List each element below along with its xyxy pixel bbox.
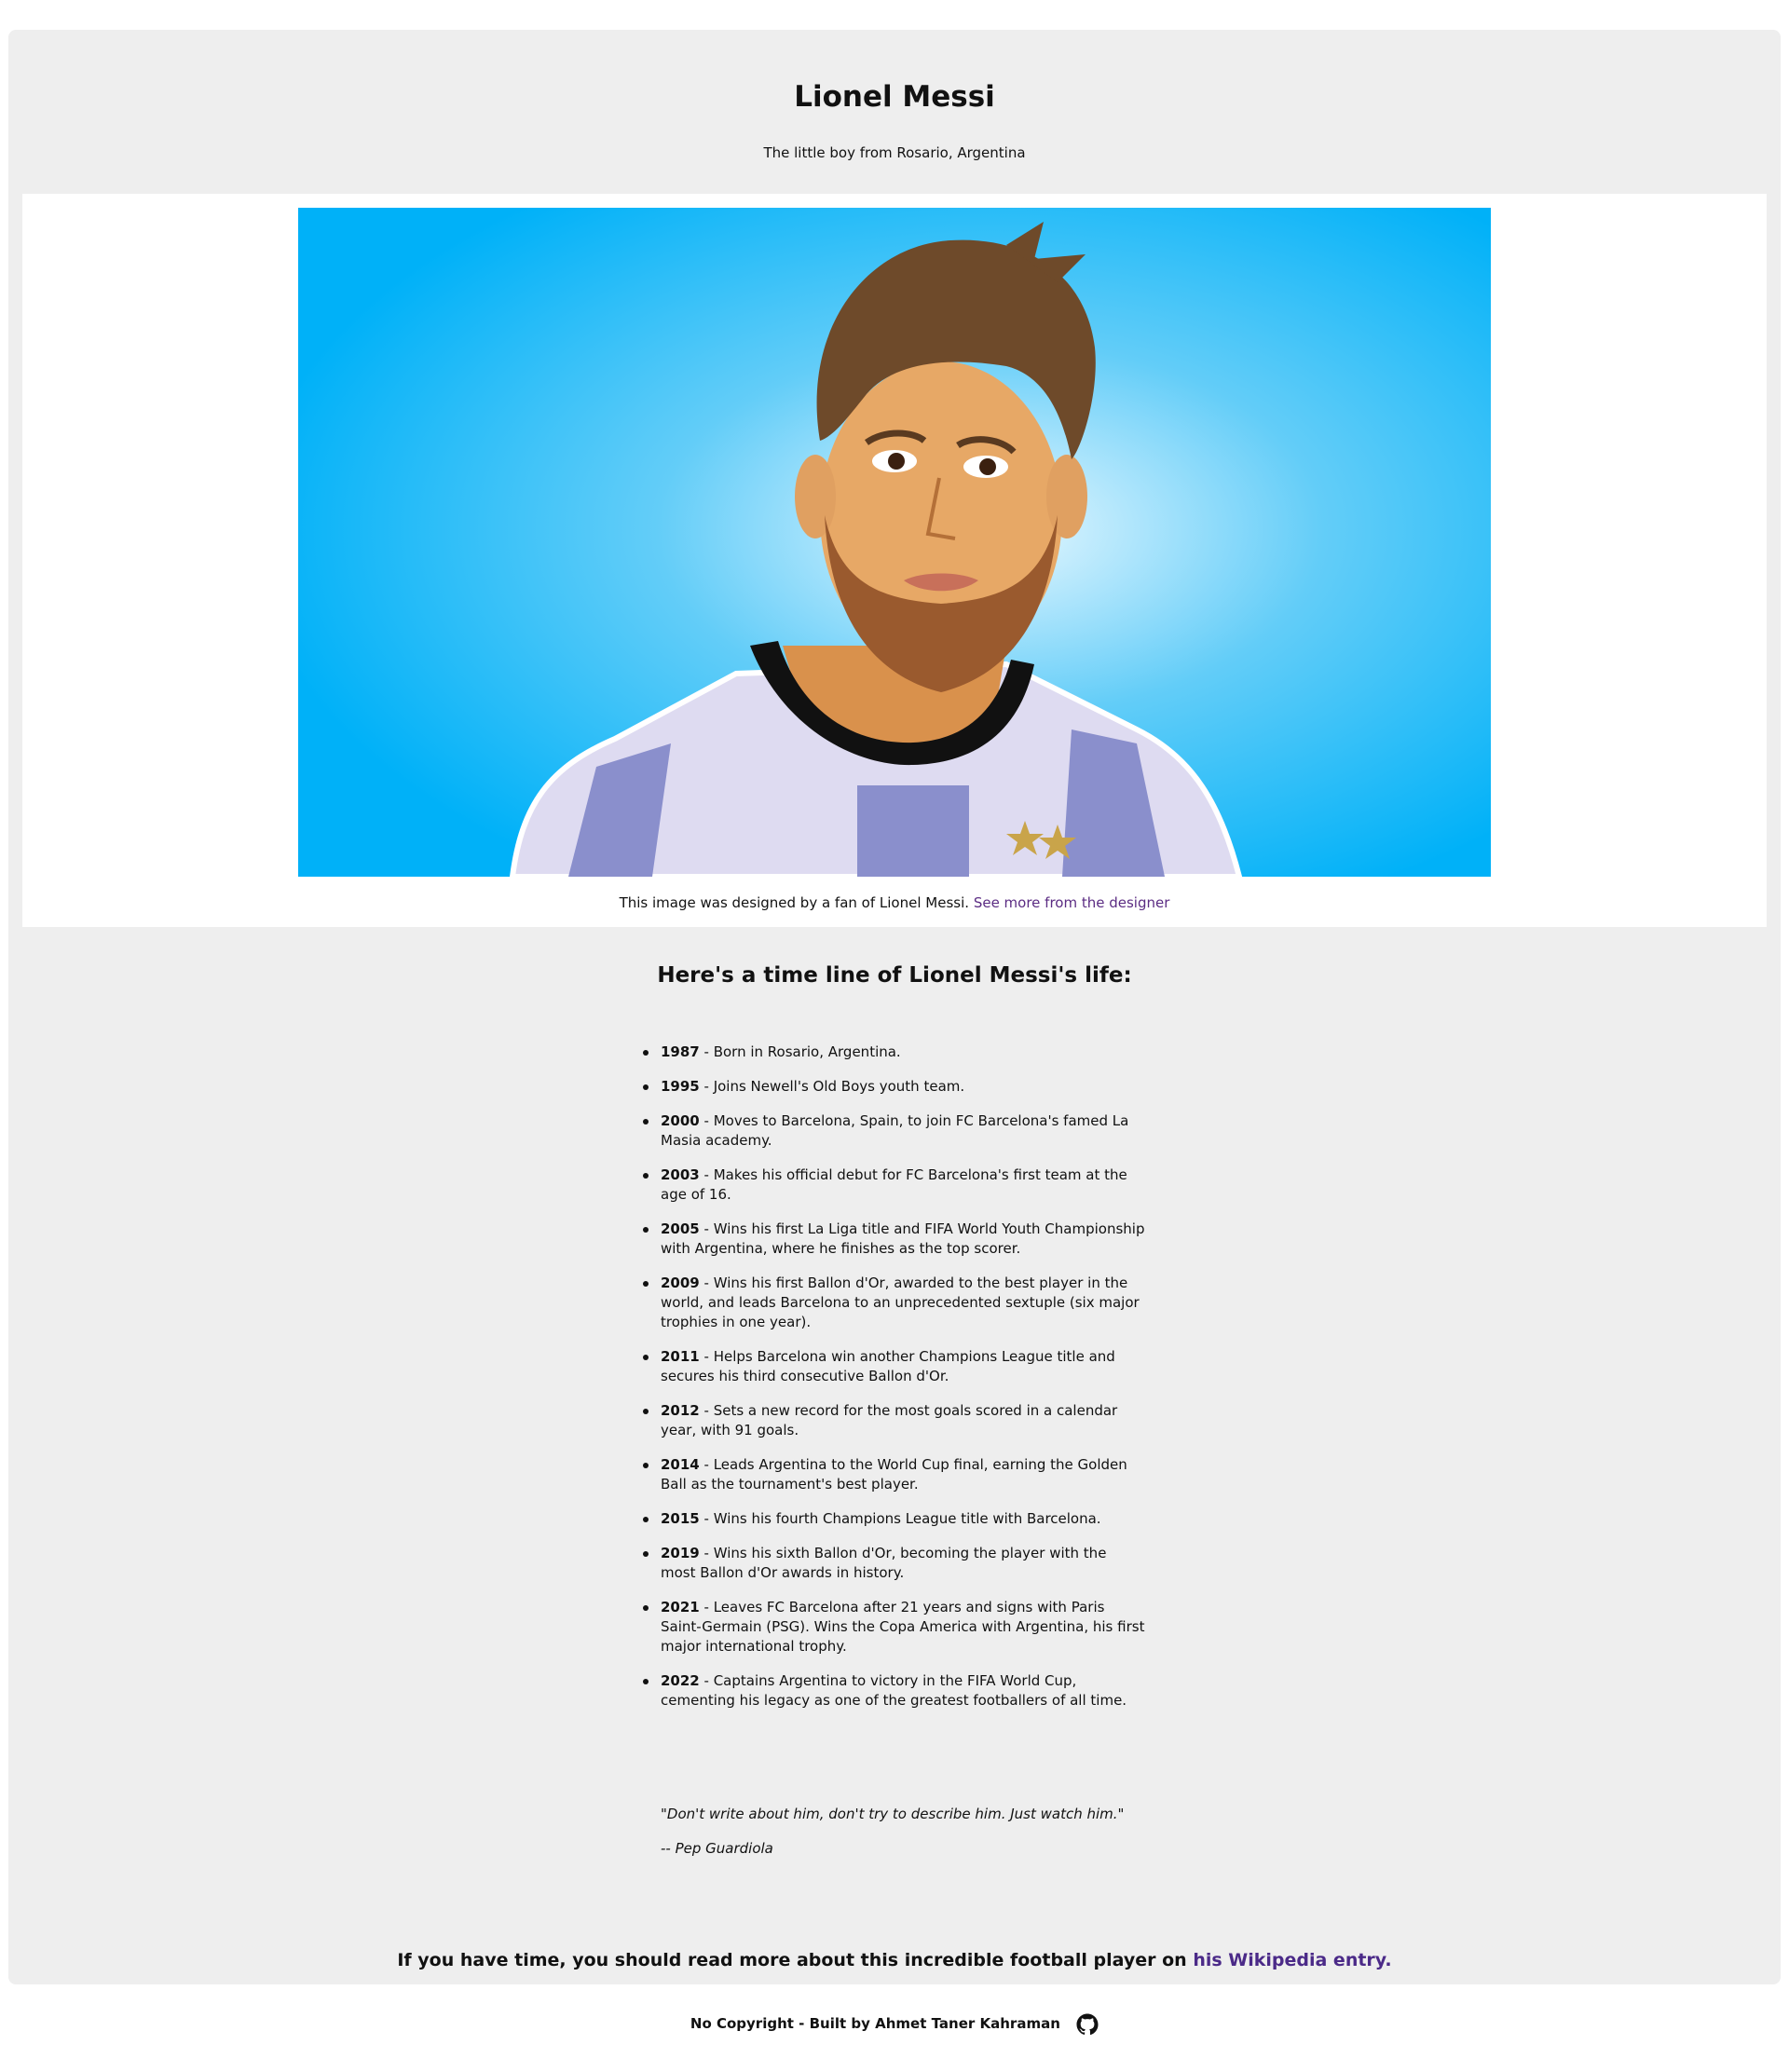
timeline-year: 2011 bbox=[661, 1348, 700, 1365]
page-title: Lionel Messi bbox=[794, 80, 995, 114]
page-subtitle: The little boy from Rosario, Argentina bbox=[763, 144, 1026, 161]
timeline-year: 2000 bbox=[661, 1112, 700, 1129]
timeline-year: 1987 bbox=[661, 1043, 700, 1060]
jersey-stripe bbox=[857, 785, 969, 877]
timeline-list: 1987 - Born in Rosario, Argentina. 1995 -… bbox=[643, 1043, 1145, 1725]
read-more-text: If you have time, you should read more a… bbox=[8, 1948, 1781, 1972]
timeline-item: 1987 - Born in Rosario, Argentina. bbox=[643, 1043, 1145, 1062]
image-figure: This image was designed by a fan of Lion… bbox=[22, 194, 1767, 927]
ear-right bbox=[1046, 455, 1087, 538]
timeline-year: 2021 bbox=[661, 1599, 700, 1615]
timeline-event: - Makes his official debut for FC Barcel… bbox=[661, 1166, 1127, 1203]
ear-left bbox=[795, 455, 836, 538]
timeline-item: 2003 - Makes his official debut for FC B… bbox=[643, 1166, 1145, 1205]
timeline-item: 2009 - Wins his first Ballon d'Or, award… bbox=[643, 1274, 1145, 1332]
timeline-year: 2012 bbox=[661, 1402, 700, 1419]
timeline-event: - Wins his sixth Ballon d'Or, becoming t… bbox=[661, 1545, 1107, 1581]
wikipedia-link[interactable]: his Wikipedia entry. bbox=[1193, 1950, 1391, 1970]
timeline-event: - Leaves FC Barcelona after 21 years and… bbox=[661, 1599, 1145, 1655]
timeline-event: - Wins his first Ballon d'Or, awarded to… bbox=[661, 1275, 1140, 1330]
timeline-item: 2005 - Wins his first La Liga title and … bbox=[643, 1220, 1145, 1259]
timeline-item: 2015 - Wins his fourth Champions League … bbox=[643, 1509, 1145, 1529]
timeline-year: 2009 bbox=[661, 1275, 700, 1291]
timeline-year: 2019 bbox=[661, 1545, 700, 1561]
page-footer: No Copyright - Built by Ahmet Taner Kahr… bbox=[0, 2012, 1789, 2036]
timeline-item: 2000 - Moves to Barcelona, Spain, to joi… bbox=[643, 1111, 1145, 1151]
timeline-year: 2015 bbox=[661, 1510, 700, 1527]
timeline-event: - Wins his first La Liga title and FIFA … bbox=[661, 1220, 1145, 1257]
read-more-prefix: If you have time, you should read more a… bbox=[397, 1950, 1194, 1970]
timeline-item: 2021 - Leaves FC Barcelona after 21 year… bbox=[643, 1598, 1145, 1656]
timeline-event: - Born in Rosario, Argentina. bbox=[699, 1043, 901, 1060]
image-caption: This image was designed by a fan of Lion… bbox=[22, 893, 1767, 912]
caption-text: This image was designed by a fan of Lion… bbox=[619, 894, 970, 911]
tribute-container: Lionel Messi The little boy from Rosario… bbox=[8, 30, 1781, 1984]
timeline-item: 2011 - Helps Barcelona win another Champ… bbox=[643, 1347, 1145, 1386]
designer-link[interactable]: See more from the designer bbox=[974, 894, 1170, 911]
timeline-year: 2003 bbox=[661, 1166, 700, 1183]
timeline-item: 2014 - Leads Argentina to the World Cup … bbox=[643, 1455, 1145, 1494]
timeline-year: 1995 bbox=[661, 1078, 700, 1095]
footer-text: No Copyright - Built by Ahmet Taner Kahr… bbox=[690, 2015, 1060, 2032]
timeline-item: 2022 - Captains Argentina to victory in … bbox=[643, 1671, 1145, 1711]
timeline-year: 2022 bbox=[661, 1672, 700, 1689]
timeline-event: - Leads Argentina to the World Cup final… bbox=[661, 1456, 1127, 1493]
timeline-event: - Sets a new record for the most goals s… bbox=[661, 1402, 1118, 1438]
messi-portrait-image bbox=[298, 208, 1491, 877]
timeline-item: 2012 - Sets a new record for the most go… bbox=[643, 1401, 1145, 1440]
timeline-year: 2005 bbox=[661, 1220, 700, 1237]
quote-author: -- Pep Guardiola bbox=[661, 1840, 773, 1857]
timeline-event: - Wins his fourth Champions League title… bbox=[699, 1510, 1101, 1527]
timeline-event: - Moves to Barcelona, Spain, to join FC … bbox=[661, 1112, 1129, 1149]
timeline-event: - Captains Argentina to victory in the F… bbox=[661, 1672, 1127, 1709]
timeline-item: 1995 - Joins Newell's Old Boys youth tea… bbox=[643, 1077, 1145, 1097]
timeline-item: 2019 - Wins his sixth Ballon d'Or, becom… bbox=[643, 1544, 1145, 1583]
timeline-year: 2014 bbox=[661, 1456, 700, 1473]
timeline-heading: Here's a time line of Lionel Messi's lif… bbox=[657, 963, 1132, 988]
github-icon[interactable] bbox=[1076, 2013, 1099, 2036]
quote-text: "Don't write about him, don't try to des… bbox=[661, 1806, 1125, 1822]
timeline-event: - Joins Newell's Old Boys youth team. bbox=[699, 1078, 965, 1095]
timeline-event: - Helps Barcelona win another Champions … bbox=[661, 1348, 1115, 1384]
